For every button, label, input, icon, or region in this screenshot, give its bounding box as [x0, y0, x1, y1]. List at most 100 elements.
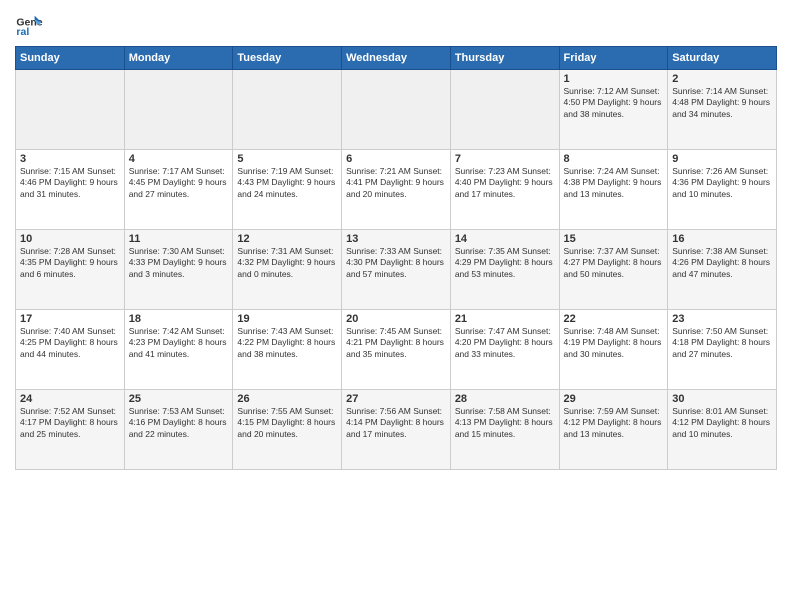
day-info: Sunrise: 7:35 AM Sunset: 4:29 PM Dayligh… [455, 246, 555, 280]
day-info: Sunrise: 7:55 AM Sunset: 4:15 PM Dayligh… [237, 406, 337, 440]
day-number: 22 [564, 313, 664, 325]
day-number: 10 [20, 233, 120, 245]
calendar-cell: 1Sunrise: 7:12 AM Sunset: 4:50 PM Daylig… [559, 70, 668, 150]
day-number: 20 [346, 313, 446, 325]
day-info: Sunrise: 7:56 AM Sunset: 4:14 PM Dayligh… [346, 406, 446, 440]
day-number: 25 [129, 393, 229, 405]
day-number: 1 [564, 73, 664, 85]
calendar-header-row: SundayMondayTuesdayWednesdayThursdayFrid… [16, 47, 777, 70]
calendar-cell: 24Sunrise: 7:52 AM Sunset: 4:17 PM Dayli… [16, 390, 125, 470]
day-info: Sunrise: 7:45 AM Sunset: 4:21 PM Dayligh… [346, 326, 446, 360]
calendar-cell: 6Sunrise: 7:21 AM Sunset: 4:41 PM Daylig… [342, 150, 451, 230]
calendar-cell: 21Sunrise: 7:47 AM Sunset: 4:20 PM Dayli… [450, 310, 559, 390]
calendar-cell [450, 70, 559, 150]
day-info: Sunrise: 7:50 AM Sunset: 4:18 PM Dayligh… [672, 326, 772, 360]
logo-icon: Gene ral [15, 10, 43, 38]
day-info: Sunrise: 7:37 AM Sunset: 4:27 PM Dayligh… [564, 246, 664, 280]
day-number: 16 [672, 233, 772, 245]
day-info: Sunrise: 7:26 AM Sunset: 4:36 PM Dayligh… [672, 166, 772, 200]
week-row-1: 1Sunrise: 7:12 AM Sunset: 4:50 PM Daylig… [16, 70, 777, 150]
calendar-cell: 19Sunrise: 7:43 AM Sunset: 4:22 PM Dayli… [233, 310, 342, 390]
day-number: 29 [564, 393, 664, 405]
calendar-cell: 15Sunrise: 7:37 AM Sunset: 4:27 PM Dayli… [559, 230, 668, 310]
day-number: 9 [672, 153, 772, 165]
calendar-cell: 5Sunrise: 7:19 AM Sunset: 4:43 PM Daylig… [233, 150, 342, 230]
calendar: SundayMondayTuesdayWednesdayThursdayFrid… [15, 46, 777, 470]
calendar-cell: 20Sunrise: 7:45 AM Sunset: 4:21 PM Dayli… [342, 310, 451, 390]
day-number: 24 [20, 393, 120, 405]
day-info: Sunrise: 7:33 AM Sunset: 4:30 PM Dayligh… [346, 246, 446, 280]
day-info: Sunrise: 7:21 AM Sunset: 4:41 PM Dayligh… [346, 166, 446, 200]
day-info: Sunrise: 7:43 AM Sunset: 4:22 PM Dayligh… [237, 326, 337, 360]
day-info: Sunrise: 7:48 AM Sunset: 4:19 PM Dayligh… [564, 326, 664, 360]
day-info: Sunrise: 7:42 AM Sunset: 4:23 PM Dayligh… [129, 326, 229, 360]
day-info: Sunrise: 7:19 AM Sunset: 4:43 PM Dayligh… [237, 166, 337, 200]
week-row-4: 17Sunrise: 7:40 AM Sunset: 4:25 PM Dayli… [16, 310, 777, 390]
calendar-cell [233, 70, 342, 150]
day-number: 2 [672, 73, 772, 85]
calendar-cell: 2Sunrise: 7:14 AM Sunset: 4:48 PM Daylig… [668, 70, 777, 150]
calendar-cell: 25Sunrise: 7:53 AM Sunset: 4:16 PM Dayli… [124, 390, 233, 470]
calendar-cell: 8Sunrise: 7:24 AM Sunset: 4:38 PM Daylig… [559, 150, 668, 230]
day-info: Sunrise: 7:47 AM Sunset: 4:20 PM Dayligh… [455, 326, 555, 360]
calendar-cell: 27Sunrise: 7:56 AM Sunset: 4:14 PM Dayli… [342, 390, 451, 470]
day-info: Sunrise: 7:23 AM Sunset: 4:40 PM Dayligh… [455, 166, 555, 200]
day-number: 17 [20, 313, 120, 325]
day-info: Sunrise: 7:24 AM Sunset: 4:38 PM Dayligh… [564, 166, 664, 200]
calendar-cell: 16Sunrise: 7:38 AM Sunset: 4:26 PM Dayli… [668, 230, 777, 310]
day-info: Sunrise: 7:15 AM Sunset: 4:46 PM Dayligh… [20, 166, 120, 200]
calendar-cell: 17Sunrise: 7:40 AM Sunset: 4:25 PM Dayli… [16, 310, 125, 390]
day-number: 26 [237, 393, 337, 405]
calendar-cell: 23Sunrise: 7:50 AM Sunset: 4:18 PM Dayli… [668, 310, 777, 390]
day-info: Sunrise: 7:53 AM Sunset: 4:16 PM Dayligh… [129, 406, 229, 440]
col-header-friday: Friday [559, 47, 668, 70]
day-info: Sunrise: 7:59 AM Sunset: 4:12 PM Dayligh… [564, 406, 664, 440]
day-info: Sunrise: 7:30 AM Sunset: 4:33 PM Dayligh… [129, 246, 229, 280]
week-row-3: 10Sunrise: 7:28 AM Sunset: 4:35 PM Dayli… [16, 230, 777, 310]
day-info: Sunrise: 7:38 AM Sunset: 4:26 PM Dayligh… [672, 246, 772, 280]
calendar-cell [16, 70, 125, 150]
calendar-cell: 12Sunrise: 7:31 AM Sunset: 4:32 PM Dayli… [233, 230, 342, 310]
col-header-saturday: Saturday [668, 47, 777, 70]
day-number: 6 [346, 153, 446, 165]
day-number: 19 [237, 313, 337, 325]
day-number: 23 [672, 313, 772, 325]
calendar-cell: 9Sunrise: 7:26 AM Sunset: 4:36 PM Daylig… [668, 150, 777, 230]
day-number: 8 [564, 153, 664, 165]
day-number: 5 [237, 153, 337, 165]
logo: Gene ral [15, 10, 45, 38]
calendar-cell [124, 70, 233, 150]
col-header-thursday: Thursday [450, 47, 559, 70]
day-number: 21 [455, 313, 555, 325]
day-number: 4 [129, 153, 229, 165]
day-info: Sunrise: 7:14 AM Sunset: 4:48 PM Dayligh… [672, 86, 772, 120]
calendar-cell: 29Sunrise: 7:59 AM Sunset: 4:12 PM Dayli… [559, 390, 668, 470]
day-number: 13 [346, 233, 446, 245]
col-header-wednesday: Wednesday [342, 47, 451, 70]
day-info: Sunrise: 7:52 AM Sunset: 4:17 PM Dayligh… [20, 406, 120, 440]
day-info: Sunrise: 7:58 AM Sunset: 4:13 PM Dayligh… [455, 406, 555, 440]
calendar-cell: 10Sunrise: 7:28 AM Sunset: 4:35 PM Dayli… [16, 230, 125, 310]
calendar-cell: 26Sunrise: 7:55 AM Sunset: 4:15 PM Dayli… [233, 390, 342, 470]
col-header-sunday: Sunday [16, 47, 125, 70]
day-info: Sunrise: 7:31 AM Sunset: 4:32 PM Dayligh… [237, 246, 337, 280]
day-number: 7 [455, 153, 555, 165]
day-number: 28 [455, 393, 555, 405]
calendar-cell: 7Sunrise: 7:23 AM Sunset: 4:40 PM Daylig… [450, 150, 559, 230]
calendar-cell: 14Sunrise: 7:35 AM Sunset: 4:29 PM Dayli… [450, 230, 559, 310]
day-info: Sunrise: 7:28 AM Sunset: 4:35 PM Dayligh… [20, 246, 120, 280]
week-row-5: 24Sunrise: 7:52 AM Sunset: 4:17 PM Dayli… [16, 390, 777, 470]
svg-text:ral: ral [16, 26, 29, 38]
day-number: 12 [237, 233, 337, 245]
day-number: 27 [346, 393, 446, 405]
day-number: 11 [129, 233, 229, 245]
day-number: 14 [455, 233, 555, 245]
col-header-monday: Monday [124, 47, 233, 70]
calendar-cell: 30Sunrise: 8:01 AM Sunset: 4:12 PM Dayli… [668, 390, 777, 470]
day-info: Sunrise: 7:12 AM Sunset: 4:50 PM Dayligh… [564, 86, 664, 120]
calendar-cell: 18Sunrise: 7:42 AM Sunset: 4:23 PM Dayli… [124, 310, 233, 390]
day-number: 3 [20, 153, 120, 165]
calendar-cell: 22Sunrise: 7:48 AM Sunset: 4:19 PM Dayli… [559, 310, 668, 390]
calendar-cell: 3Sunrise: 7:15 AM Sunset: 4:46 PM Daylig… [16, 150, 125, 230]
day-info: Sunrise: 8:01 AM Sunset: 4:12 PM Dayligh… [672, 406, 772, 440]
